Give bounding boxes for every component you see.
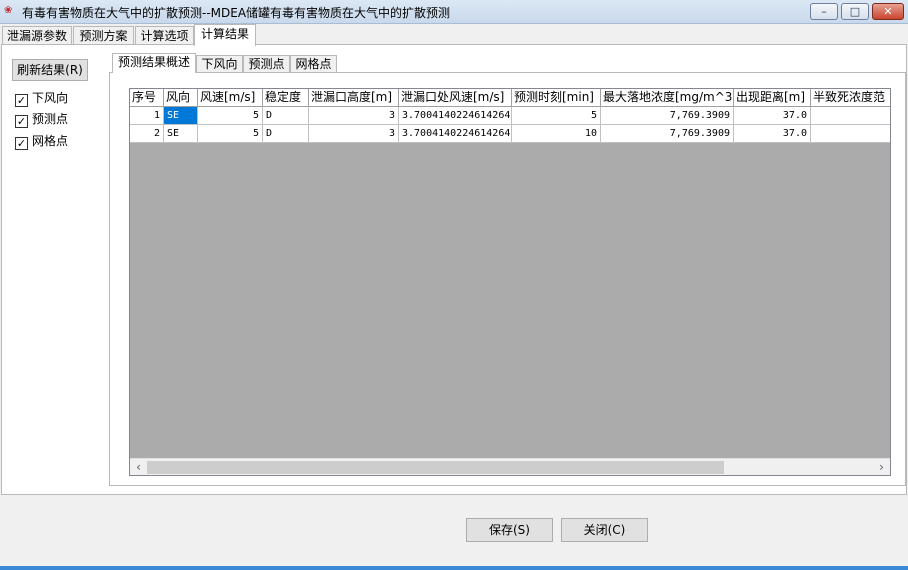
table-cell[interactable]: 5 <box>198 125 263 143</box>
table-cell-selected[interactable]: SE <box>164 107 198 125</box>
table-cell[interactable]: 7,769.3909 <box>601 107 734 125</box>
table-cell[interactable] <box>811 107 890 125</box>
column-header[interactable]: 泄漏口高度[m] <box>309 89 399 107</box>
window-bottom-accent <box>0 566 908 570</box>
table-cell[interactable]: 37.0 <box>734 125 811 143</box>
tab-calc-results[interactable]: 计算结果 <box>194 24 256 46</box>
tab-prediction-points[interactable]: 预测点 <box>243 55 290 72</box>
minimize-icon: – <box>821 5 827 18</box>
table-cell[interactable]: 37.0 <box>734 107 811 125</box>
title-bar: ❀ 有毒有害物质在大气中的扩散预测--MDEA储罐有毒有害物质在大气中的扩散预测… <box>0 0 908 24</box>
table-cell[interactable]: 5 <box>512 107 601 125</box>
app-logo-icon: ❀ <box>4 5 13 16</box>
table-cell[interactable]: 1 <box>130 107 164 125</box>
scrollbar-thumb[interactable] <box>147 461 724 474</box>
column-header[interactable]: 序号 <box>130 89 164 107</box>
column-header[interactable]: 预测时刻[min] <box>512 89 601 107</box>
table-cell[interactable]: 3.7004140224614264 <box>399 107 512 125</box>
horizontal-scrollbar[interactable]: ‹ › <box>130 458 890 475</box>
maximize-icon: □ <box>849 5 861 18</box>
checkbox-label: 下风向 <box>32 91 69 105</box>
app-window: ❀ 有毒有害物质在大气中的扩散预测--MDEA储罐有毒有害物质在大气中的扩散预测… <box>0 0 908 570</box>
checkbox-grid-points[interactable]: ✓ 网格点 <box>15 134 68 150</box>
checkbox-checked-icon: ✓ <box>15 137 28 150</box>
tab-downwind[interactable]: 下风向 <box>196 55 243 72</box>
column-header[interactable]: 最大落地浓度[mg/m^3] <box>601 89 734 107</box>
tab-prediction-plan[interactable]: 预测方案 <box>73 26 134 45</box>
column-header[interactable]: 半致死浓度范 <box>811 89 890 107</box>
maximize-button[interactable]: □ <box>841 3 869 20</box>
window-title: 有毒有害物质在大气中的扩散预测--MDEA储罐有毒有害物质在大气中的扩散预测 <box>22 6 451 20</box>
close-button[interactable]: 关闭(C) <box>561 518 648 542</box>
checkbox-checked-icon: ✓ <box>15 115 28 128</box>
scroll-right-icon[interactable]: › <box>873 459 890 476</box>
column-header[interactable]: 风速[m/s] <box>198 89 263 107</box>
outer-tab-strip: 泄漏源参数 预测方案 计算选项 计算结果 <box>0 24 908 46</box>
tab-calc-options[interactable]: 计算选项 <box>135 26 194 45</box>
table-cell[interactable]: 10 <box>512 125 601 143</box>
column-header[interactable]: 泄漏口处风速[m/s] <box>399 89 512 107</box>
table-cell[interactable]: 3 <box>309 125 399 143</box>
tab-results-overview[interactable]: 预测结果概述 <box>112 53 196 73</box>
checkbox-label: 预测点 <box>32 112 69 126</box>
table-cell[interactable]: 3 <box>309 107 399 125</box>
scroll-left-icon[interactable]: ‹ <box>130 459 147 476</box>
table-cell[interactable]: 2 <box>130 125 164 143</box>
table-cell[interactable] <box>811 125 890 143</box>
column-header[interactable]: 稳定度 <box>263 89 309 107</box>
checkbox-checked-icon: ✓ <box>15 94 28 107</box>
minimize-button[interactable]: – <box>810 3 838 20</box>
table-cell[interactable]: D <box>263 107 309 125</box>
column-header[interactable]: 风向 <box>164 89 198 107</box>
close-icon: ✕ <box>883 5 893 18</box>
close-window-button[interactable]: ✕ <box>872 3 904 20</box>
results-grid: 序号 风向 风速[m/s] 稳定度 泄漏口高度[m] 泄漏口处风速[m/s] 预… <box>129 88 891 476</box>
refresh-results-button[interactable]: 刷新结果(R) <box>12 59 88 81</box>
table-cell[interactable]: D <box>263 125 309 143</box>
save-button[interactable]: 保存(S) <box>466 518 553 542</box>
tab-grid-points[interactable]: 网格点 <box>290 55 337 72</box>
table-cell[interactable]: SE <box>164 125 198 143</box>
table-cell[interactable]: 7,769.3909 <box>601 125 734 143</box>
checkbox-label: 网格点 <box>32 134 69 148</box>
table-cell[interactable]: 3.7004140224614264 <box>399 125 512 143</box>
tab-leak-source-params[interactable]: 泄漏源参数 <box>2 26 72 45</box>
checkbox-prediction-points[interactable]: ✓ 预测点 <box>15 112 68 128</box>
column-header[interactable]: 出现距离[m] <box>734 89 811 107</box>
table-cell[interactable]: 5 <box>198 107 263 125</box>
checkbox-downwind[interactable]: ✓ 下风向 <box>15 91 68 107</box>
